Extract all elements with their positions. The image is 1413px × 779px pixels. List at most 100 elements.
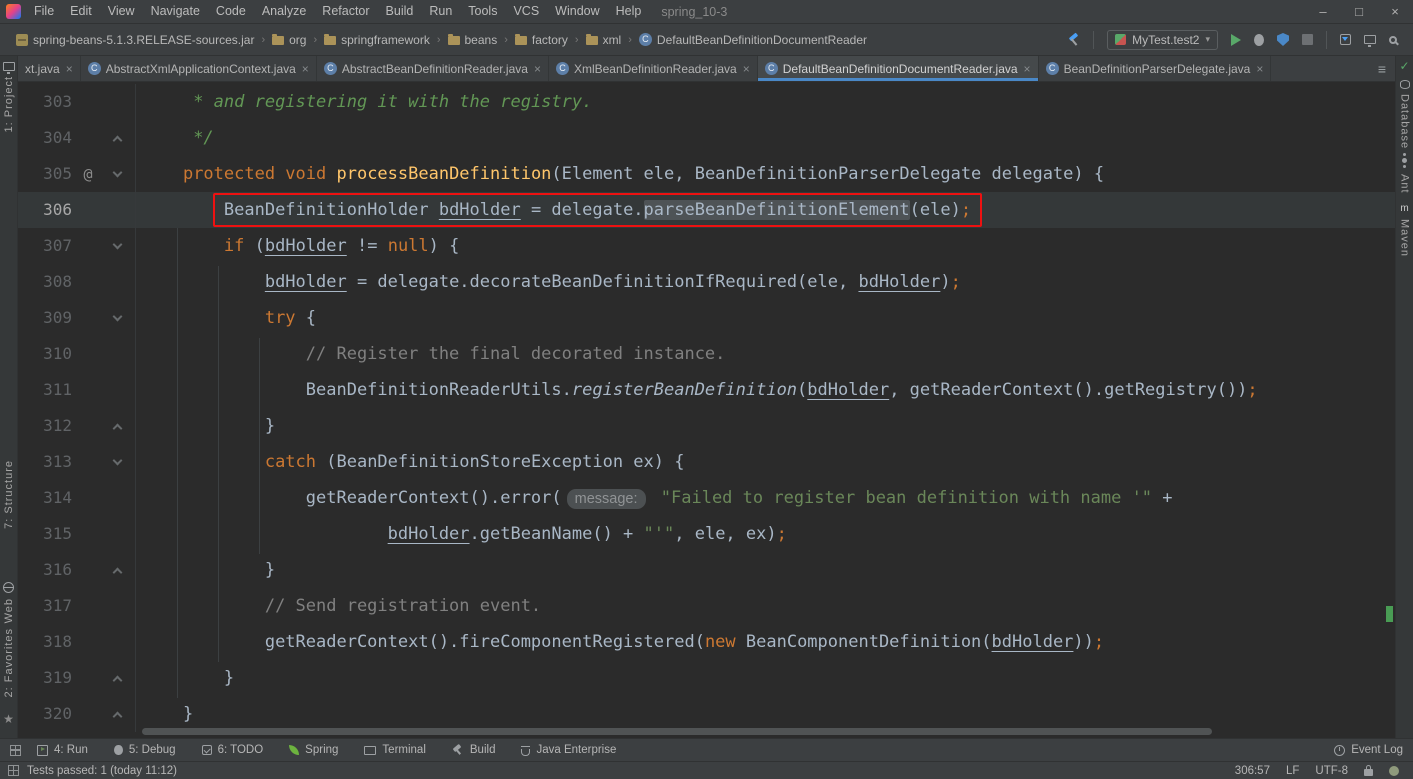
close-tab-icon[interactable]: × bbox=[743, 62, 750, 76]
readonly-lock-icon[interactable] bbox=[1364, 764, 1373, 776]
code-line[interactable]: 303 * and registering it with the regist… bbox=[18, 84, 1395, 120]
breadcrumb-item[interactable]: C DefaultBeanDefinitionDocumentReader bbox=[637, 33, 869, 47]
menu-tools[interactable]: Tools bbox=[460, 0, 505, 23]
editor-tab[interactable]: C AbstractBeanDefinitionReader.java × bbox=[317, 56, 549, 81]
toolwindow-todo[interactable]: 6: TODO bbox=[201, 744, 263, 756]
code-line[interactable]: 307 if (bdHolder != null) { bbox=[18, 228, 1395, 264]
breadcrumb-item[interactable]: springframework bbox=[322, 33, 432, 47]
fold-down-icon[interactable] bbox=[104, 300, 130, 336]
code-line[interactable]: 312 } bbox=[18, 408, 1395, 444]
breadcrumb-item[interactable]: xml bbox=[584, 33, 624, 47]
menu-analyze[interactable]: Analyze bbox=[254, 0, 314, 23]
code-line[interactable]: 316 } bbox=[18, 552, 1395, 588]
toolwindow-event-log[interactable]: Event Log bbox=[1334, 744, 1403, 756]
run-config-selector[interactable]: MyTest.test2 ▾ bbox=[1107, 29, 1218, 50]
tool-windows-icon[interactable] bbox=[10, 744, 21, 756]
coverage-button[interactable] bbox=[1277, 33, 1289, 46]
tool-stripe-ant[interactable]: Ant bbox=[1396, 152, 1413, 194]
toolwindow-terminal[interactable]: Terminal bbox=[364, 744, 426, 756]
code-line[interactable]: 309 try { bbox=[18, 300, 1395, 336]
toolwindow-label: Terminal bbox=[382, 744, 426, 756]
toolwindow-javaee[interactable]: Java Enterprise bbox=[521, 744, 616, 756]
menu-window[interactable]: Window bbox=[547, 0, 607, 23]
breadcrumb-item[interactable]: factory bbox=[513, 33, 570, 47]
fold-down-icon[interactable] bbox=[104, 444, 130, 480]
menu-help[interactable]: Help bbox=[608, 0, 650, 23]
editor-tab[interactable]: C DefaultBeanDefinitionDocumentReader.jav… bbox=[757, 56, 1039, 81]
menu-run[interactable]: Run bbox=[421, 0, 460, 23]
line-ending-indicator[interactable]: LF bbox=[1286, 765, 1299, 777]
minimize-button[interactable]: – bbox=[1305, 0, 1341, 23]
close-tab-icon[interactable]: × bbox=[1024, 62, 1031, 76]
code-line[interactable]: 306 BeanDefinitionHolder bdHolder = dele… bbox=[18, 192, 1395, 228]
close-tab-icon[interactable]: × bbox=[66, 62, 73, 76]
fold-down-icon[interactable] bbox=[104, 228, 130, 264]
toolwindow-spring[interactable]: Spring bbox=[289, 744, 338, 756]
maximize-button[interactable]: □ bbox=[1341, 0, 1377, 23]
toolwindow-build[interactable]: Build bbox=[452, 744, 496, 756]
code-line[interactable]: 320 } bbox=[18, 696, 1395, 732]
close-tab-icon[interactable]: × bbox=[534, 62, 541, 76]
statusbar-grid-icon[interactable] bbox=[8, 765, 19, 776]
breadcrumb-item[interactable]: spring-beans-5.1.3.RELEASE-sources.jar bbox=[14, 33, 256, 47]
run-button[interactable] bbox=[1231, 33, 1241, 46]
stop-button[interactable] bbox=[1302, 34, 1313, 45]
code-line[interactable]: 313 catch (BeanDefinitionStoreException … bbox=[18, 444, 1395, 480]
debug-button[interactable] bbox=[1254, 33, 1264, 46]
build-project-icon[interactable] bbox=[1067, 33, 1080, 46]
scrollbar-green-marker[interactable] bbox=[1386, 606, 1393, 622]
fold-up-icon[interactable] bbox=[104, 696, 130, 732]
fold-up-icon[interactable] bbox=[104, 552, 130, 588]
caret-position[interactable]: 306:57 bbox=[1235, 765, 1270, 777]
editor-tab[interactable]: C BeanDefinitionParserDelegate.java × bbox=[1039, 56, 1272, 81]
menu-code[interactable]: Code bbox=[208, 0, 254, 23]
code-line[interactable]: 317 // Send registration event. bbox=[18, 588, 1395, 624]
horizontal-scrollbar[interactable] bbox=[142, 728, 1212, 735]
code-line[interactable]: 304 */ bbox=[18, 120, 1395, 156]
menu-file[interactable]: File bbox=[26, 0, 62, 23]
editor-tab[interactable]: C AbstractXmlApplicationContext.java × bbox=[81, 56, 317, 81]
code-line[interactable]: 314 getReaderContext().error(message: "F… bbox=[18, 480, 1395, 516]
breadcrumb-item[interactable]: beans bbox=[446, 33, 500, 47]
tool-stripe-web[interactable]: Web bbox=[0, 582, 17, 623]
code-line[interactable]: 311 BeanDefinitionReaderUtils.registerBe… bbox=[18, 372, 1395, 408]
encoding-indicator[interactable]: UTF-8 bbox=[1315, 765, 1348, 777]
editor-tab[interactable]: xt.java × bbox=[18, 56, 81, 81]
class-icon: C bbox=[323, 62, 337, 75]
tool-stripe-favorites[interactable]: 2: Favorites bbox=[0, 628, 17, 697]
tool-stripe-project[interactable]: 1: Project bbox=[0, 62, 17, 132]
code-line[interactable]: 305 @ protected void processBeanDefinitio… bbox=[18, 156, 1395, 192]
code-editor[interactable]: 303 * and registering it with the regist… bbox=[18, 82, 1395, 738]
editor-tab[interactable]: C XmlBeanDefinitionReader.java × bbox=[549, 56, 758, 81]
code-line[interactable]: 319 } bbox=[18, 660, 1395, 696]
toolwindow-debug[interactable]: 5: Debug bbox=[113, 744, 176, 756]
search-everywhere-icon[interactable] bbox=[1389, 35, 1397, 44]
tool-stripe-maven[interactable]: m Maven bbox=[1396, 204, 1413, 258]
close-button[interactable]: × bbox=[1377, 0, 1413, 23]
code-line[interactable]: 310 // Register the final decorated inst… bbox=[18, 336, 1395, 372]
fold-up-icon[interactable] bbox=[104, 660, 130, 696]
tool-stripe-structure[interactable]: 7: Structure bbox=[0, 460, 17, 529]
menu-vcs[interactable]: VCS bbox=[505, 0, 547, 23]
hector-inspection-icon[interactable] bbox=[1389, 765, 1399, 776]
update-project-icon[interactable] bbox=[1340, 34, 1351, 45]
restore-layout-icon[interactable] bbox=[1364, 35, 1376, 47]
tool-stripe-database[interactable]: Database bbox=[1396, 80, 1413, 149]
fold-up-icon[interactable] bbox=[104, 408, 130, 444]
menu-edit[interactable]: Edit bbox=[62, 0, 100, 23]
close-tab-icon[interactable]: × bbox=[302, 62, 309, 76]
fold-down-icon[interactable] bbox=[104, 156, 130, 192]
favorites-star-icon[interactable]: ★ bbox=[0, 712, 17, 726]
menu-view[interactable]: View bbox=[100, 0, 143, 23]
toolwindow-run[interactable]: 4: Run bbox=[37, 744, 88, 756]
breadcrumb-item[interactable]: org bbox=[270, 33, 308, 47]
fold-up-icon[interactable] bbox=[104, 120, 130, 156]
tabs-list-icon[interactable]: ≡ bbox=[1369, 56, 1395, 81]
menu-navigate[interactable]: Navigate bbox=[143, 0, 208, 23]
code-line[interactable]: 308 bdHolder = delegate.decorateBeanDefi… bbox=[18, 264, 1395, 300]
code-line[interactable]: 315 bdHolder.getBeanName() + "'", ele, e… bbox=[18, 516, 1395, 552]
menu-refactor[interactable]: Refactor bbox=[314, 0, 377, 23]
menu-build[interactable]: Build bbox=[378, 0, 422, 23]
close-tab-icon[interactable]: × bbox=[1256, 62, 1263, 76]
code-line[interactable]: 318 getReaderContext().fireComponentRegi… bbox=[18, 624, 1395, 660]
